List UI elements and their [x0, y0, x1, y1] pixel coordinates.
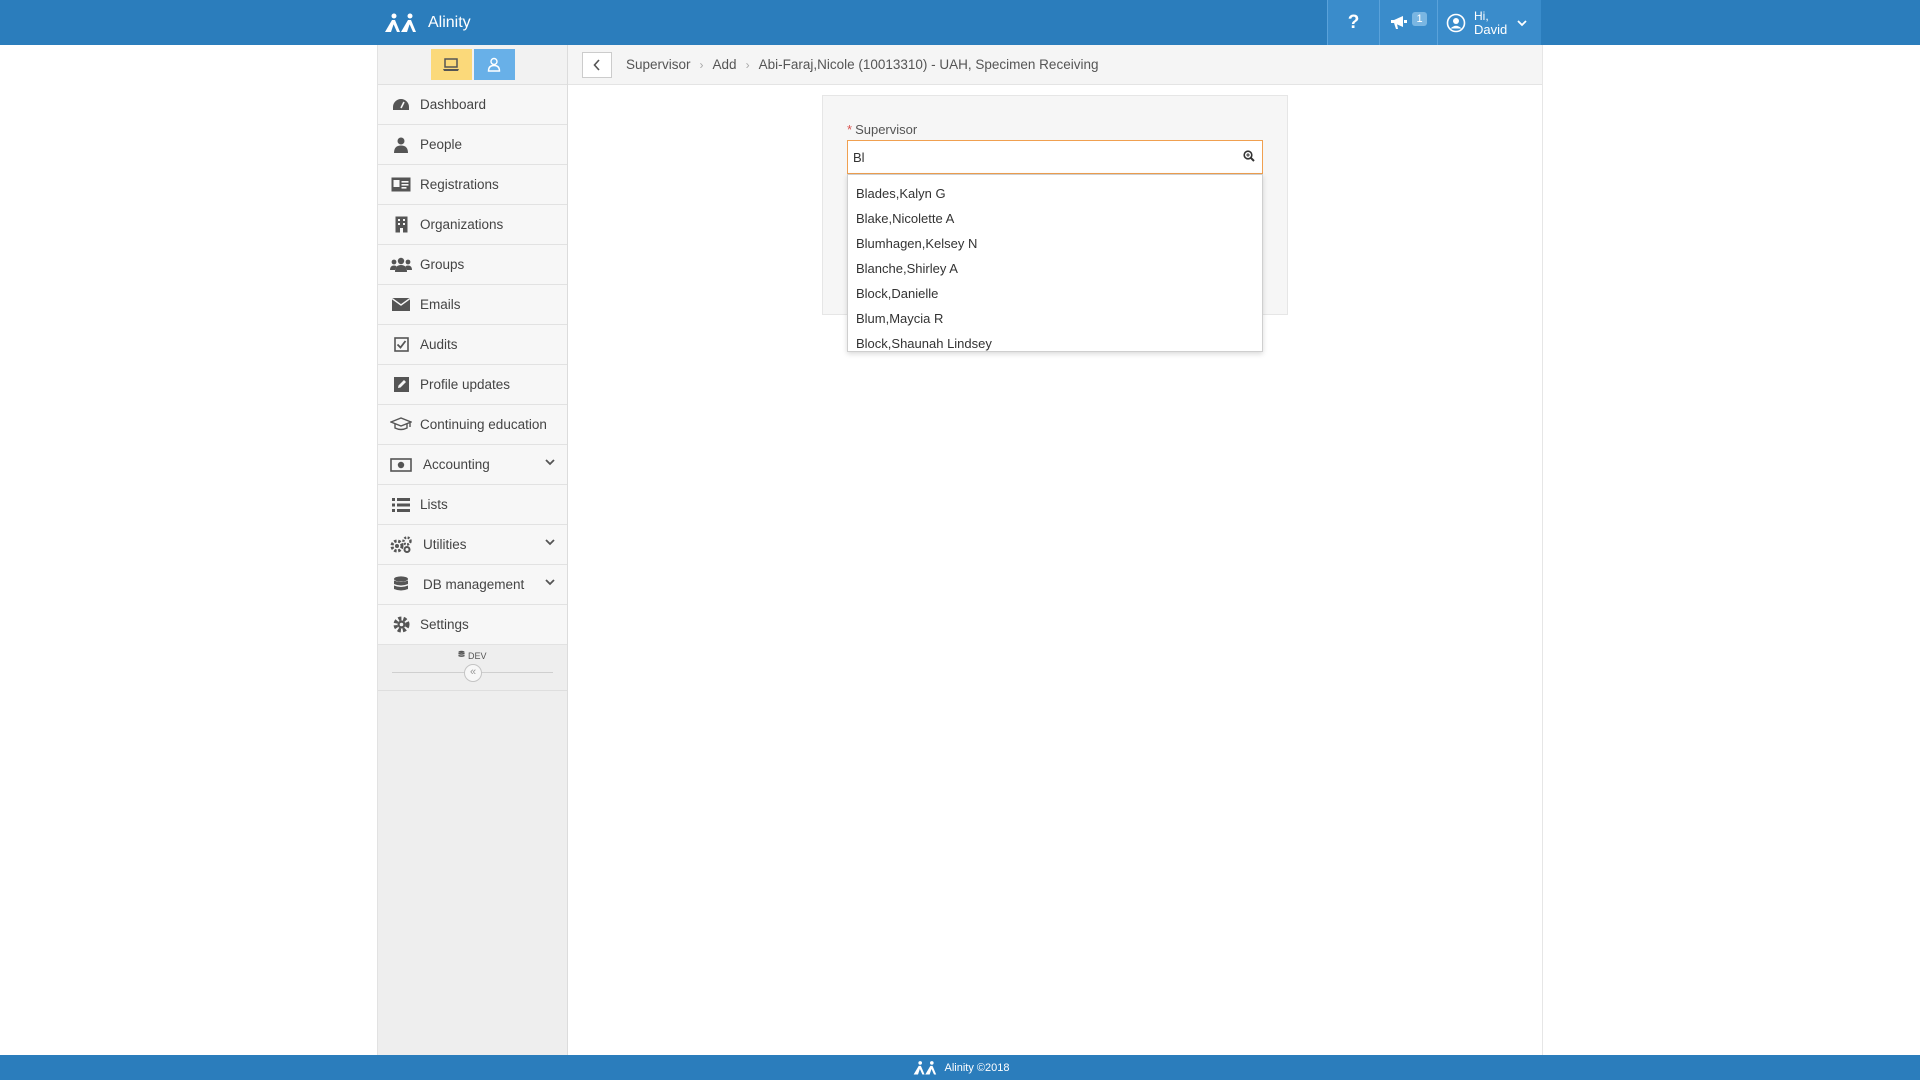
breadcrumb-current: Abi-Faraj,Nicole (10013310) - UAH, Speci…: [758, 57, 1099, 72]
breadcrumb-supervisor[interactable]: Supervisor: [626, 57, 691, 72]
sidebar-item-label: Continuing education: [420, 417, 547, 432]
suggestion-item[interactable]: Blake,Nicolette A: [848, 206, 1262, 231]
dashboard-icon: [393, 98, 409, 110]
suggestion-item[interactable]: Blades,Kalyn G: [848, 181, 1262, 206]
footer-copyright: Alinity ©2018: [944, 1061, 1010, 1074]
laptop-icon: [443, 57, 459, 71]
list-icon: [392, 497, 410, 512]
supervisor-label: * Supervisor: [847, 122, 917, 137]
user-name: David: [1474, 21, 1508, 37]
sidebar-item-continuing-education[interactable]: Continuing education: [378, 405, 567, 445]
sidebar-item-label: Audits: [420, 337, 458, 352]
sidebar-item-dashboard[interactable]: Dashboard: [378, 85, 567, 125]
sidebar-item-label: Groups: [420, 257, 465, 272]
sidebar-item-people[interactable]: People: [378, 125, 567, 165]
sidebar-item-emails[interactable]: Emails: [378, 285, 567, 325]
chevron-left-icon: [593, 58, 600, 71]
sidebar-item-audits[interactable]: Audits: [378, 325, 567, 365]
sidebar-item-utilities[interactable]: Utilities: [378, 525, 567, 565]
cogs-icon: [390, 536, 412, 553]
help-button[interactable]: ?: [1327, 0, 1379, 45]
app-name: Alinity: [428, 13, 471, 31]
sidebar-item-lists[interactable]: Lists: [378, 485, 567, 525]
client-mode-button[interactable]: [473, 49, 515, 80]
breadcrumb-separator: ›: [745, 57, 750, 72]
suggestion-item[interactable]: Blum,Maycia R: [848, 306, 1262, 331]
gear-icon: [393, 616, 409, 633]
person-icon: [394, 137, 408, 153]
building-icon: [395, 216, 407, 233]
envelope-icon: [392, 298, 410, 311]
suggestion-item[interactable]: Blumhagen,Kelsey N: [848, 231, 1262, 256]
collapse-sidebar-button[interactable]: «: [464, 664, 482, 682]
suggestion-item[interactable]: Blanche,Shirley A: [848, 256, 1262, 281]
database-icon: [394, 575, 408, 590]
checkbox-icon: [393, 337, 409, 352]
sidebar-item-organizations[interactable]: Organizations: [378, 205, 567, 245]
edit-icon: [393, 377, 409, 392]
suggestion-item[interactable]: Block,Danielle: [848, 281, 1262, 306]
megaphone-icon: [1391, 16, 1408, 29]
notifications-button[interactable]: 1: [1379, 0, 1437, 45]
environment-indicator: DEV «: [378, 645, 567, 691]
alinity-logo-icon: [913, 1060, 936, 1075]
back-button[interactable]: [582, 51, 612, 78]
sidebar-item-label: DB management: [423, 577, 525, 592]
sidebar-item-label: Organizations: [420, 217, 504, 232]
chevron-down-icon: [545, 539, 555, 546]
footer: Alinity ©2018: [0, 1055, 1920, 1080]
sidebar-item-settings[interactable]: Settings: [378, 605, 567, 645]
mode-switcher: [378, 45, 567, 85]
sidebar-item-label: Lists: [420, 497, 448, 512]
search-zoom-icon[interactable]: [1243, 150, 1255, 162]
graduation-cap-icon: [390, 417, 412, 431]
brand-logo[interactable]: Alinity: [382, 0, 471, 45]
required-marker: *: [847, 122, 853, 137]
sidebar-item-label: Registrations: [420, 177, 499, 192]
main-content: Supervisor › Add › Abi-Faraj,Nicole (100…: [568, 45, 1543, 1055]
notification-count-badge: 1: [1412, 11, 1427, 26]
breadcrumb-separator: ›: [699, 57, 704, 72]
alinity-logo-icon: [385, 13, 416, 32]
breadcrumb-add[interactable]: Add: [713, 57, 737, 72]
question-icon: ?: [1347, 11, 1360, 33]
admin-mode-button[interactable]: [430, 49, 472, 80]
top-bar: Alinity ? 1 Hi, David: [0, 0, 1920, 45]
id-card-icon: [391, 177, 411, 192]
supervisor-label-text: Supervisor: [855, 122, 918, 137]
chevron-down-icon: [1517, 19, 1527, 26]
database-icon: [458, 650, 466, 657]
user-greeting: Hi,: [1474, 8, 1489, 23]
breadcrumb: Supervisor › Add › Abi-Faraj,Nicole (100…: [568, 45, 1542, 85]
sidebar-item-label: People: [420, 137, 463, 152]
money-icon: [390, 457, 412, 472]
sidebar-item-label: Emails: [420, 297, 461, 312]
sidebar-item-label: Dashboard: [420, 97, 487, 112]
supervisor-search-input[interactable]: [847, 140, 1263, 174]
chevron-down-icon: [545, 579, 555, 586]
chevron-down-icon: [545, 459, 555, 466]
user-menu-button[interactable]: Hi, David: [1437, 0, 1541, 45]
users-icon: [390, 257, 412, 272]
sidebar-item-accounting[interactable]: Accounting: [378, 445, 567, 485]
sidebar-item-profile-updates[interactable]: Profile updates: [378, 365, 567, 405]
sidebar-item-groups[interactable]: Groups: [378, 245, 567, 285]
user-outline-icon: [487, 57, 501, 72]
sidebar-item-registrations[interactable]: Registrations: [378, 165, 567, 205]
sidebar-item-label: Accounting: [423, 457, 490, 472]
suggestion-item[interactable]: Block,Shaunah Lindsey: [848, 331, 1262, 356]
sidebar: Dashboard People Registrations Organizat…: [377, 45, 568, 1055]
sidebar-item-label: Utilities: [423, 537, 467, 552]
sidebar-item-label: Profile updates: [420, 377, 511, 392]
supervisor-suggestions-dropdown: Blades,Kalyn G Blake,Nicolette A Blumhag…: [847, 174, 1263, 352]
environment-label: DEV: [468, 651, 487, 661]
user-circle-icon: [1446, 13, 1466, 32]
sidebar-item-label: Settings: [420, 617, 469, 632]
sidebar-item-db-management[interactable]: DB management: [378, 565, 567, 605]
supervisor-form: *Supervisor Blades,Kalyn G Blake,Nicolet…: [822, 95, 1288, 352]
